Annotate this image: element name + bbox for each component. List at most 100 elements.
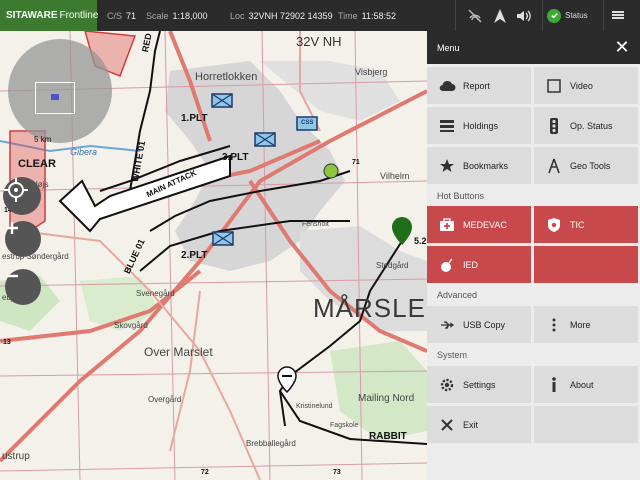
exit-label: Exit [463,419,479,430]
unit-number-label: 71 [352,159,360,166]
callsign-label: C/S [107,10,123,21]
css-label: CSS [301,120,314,126]
usb-copy-button[interactable]: USB Copy [427,306,531,343]
waypoint-marker [392,217,412,245]
center-position-button[interactable] [3,177,41,215]
medkit-icon [433,217,461,232]
grid-number-label: 13 [3,339,11,346]
overview-minimap[interactable]: 5 km [8,39,112,144]
location-readout: Loc 32VNH 72902 14359 [230,0,333,31]
close-x-icon [433,418,461,431]
place-label: Fensholt [302,221,329,228]
minimap-scale-label: 5 km [34,135,52,144]
traffic-light-icon [540,117,568,134]
distance-label: 5.2 [414,236,427,246]
menu-panel-header: Menu ✕ [427,31,640,64]
report-button[interactable]: Report [427,67,531,104]
medevac-button[interactable]: MEDEVAC [427,206,531,243]
location-value: 32VNH 72902 14359 [248,10,333,21]
unit-label-1plt: 1.PLT [181,113,208,124]
place-label: Horretlokken [195,71,258,83]
zoom-out-button[interactable] [5,269,41,305]
place-label: Fagskole [330,422,359,429]
zoom-in-button[interactable] [5,221,41,257]
advanced-heading: Advanced [437,290,478,300]
unit-symbol [323,163,339,179]
place-label: ustrup [2,451,30,462]
place-label: Svenegård [136,289,175,298]
geo-tools-label: Geo Tools [570,160,611,171]
ied-button[interactable]: IED [427,246,531,283]
grid-zone-label: 32V NH [296,34,342,49]
cloud-icon [433,79,461,93]
hot-buttons-heading: Hot Buttons [437,191,485,201]
about-label: About [570,379,594,390]
route-label-rabbit: RABBIT [369,431,407,442]
bomb-icon [433,257,461,273]
crosshair-icon [4,178,28,202]
usb-icon [433,318,461,332]
plus-icon [6,222,18,234]
gear-icon [433,377,461,393]
topbar-divider [603,0,604,31]
compass-drafting-icon [540,158,568,174]
scale-value: 1:18,000 [172,10,208,21]
shield-bug-icon [540,217,568,233]
op-status-label: Op. Status [570,120,613,131]
holdings-button[interactable]: Holdings [427,107,531,144]
tic-button[interactable]: TIC [534,206,638,243]
more-button[interactable]: More [534,306,638,343]
settings-label: Settings [463,379,496,390]
place-label: Skovgård [114,321,148,330]
map-view[interactable]: 32V NH MÅRSLE 1.PLT 3.PLT 2.PLT CLEAR RA… [0,31,427,480]
status-button[interactable]: Status [547,0,603,31]
video-button[interactable]: Video [534,67,638,104]
settings-button[interactable]: Settings [427,366,531,403]
town-name-label: MÅRSLE [313,293,426,323]
more-vertical-icon [540,318,568,332]
time-label: Time [338,10,358,21]
empty-hot-button[interactable] [534,246,638,283]
scale-readout: Scale 1:18,000 [146,0,208,31]
north-arrow-icon[interactable] [488,0,512,31]
place-label: Overgård [148,395,182,404]
scale-label: Scale [146,10,169,21]
hamburger-menu-icon[interactable] [612,11,624,19]
report-label: Report [463,80,491,91]
time-readout: Time 11:58:52 [338,0,396,31]
app-brand: SITAWARE Frontline [0,0,99,31]
status-label: Status [565,11,588,20]
video-label: Video [570,80,593,91]
place-label: Stedgård [376,261,409,270]
more-label: More [570,319,591,330]
bookmarks-label: Bookmarks [463,160,509,171]
topbar-divider [542,0,543,31]
close-icon[interactable]: ✕ [614,38,630,56]
check-icon [547,8,561,23]
holdings-list-icon [433,119,461,133]
app-name-rest: Frontline [59,10,99,21]
exit-button[interactable]: Exit [427,406,531,443]
about-button[interactable]: About [534,366,638,403]
holdings-label: Holdings [463,120,499,131]
grid-number-label: 73 [333,469,341,476]
no-signal-icon[interactable] [463,0,487,31]
place-label: Brebballegård [246,439,296,448]
volume-icon[interactable] [512,0,536,31]
unit-label-2plt: 2.PLT [181,250,208,261]
minus-icon [6,274,18,278]
unit-label-3plt: 3.PLT [222,152,249,163]
tic-label: TIC [570,219,585,230]
geo-tools-button[interactable]: Geo Tools [534,147,638,184]
grid-number-label: 72 [201,469,209,476]
star-icon [433,158,461,174]
usb-copy-label: USB Copy [463,319,506,330]
video-square-icon [540,78,568,93]
bookmarks-button[interactable]: Bookmarks [427,147,531,184]
place-label: Over Marslet [144,345,213,359]
app-name-bold: SITAWARE [6,10,58,21]
ied-label: IED [463,259,479,270]
topbar-divider [455,0,456,31]
op-status-button[interactable]: Op. Status [534,107,638,144]
top-bar: SITAWARE Frontline C/S 71 Scale 1:18,000… [0,0,640,31]
